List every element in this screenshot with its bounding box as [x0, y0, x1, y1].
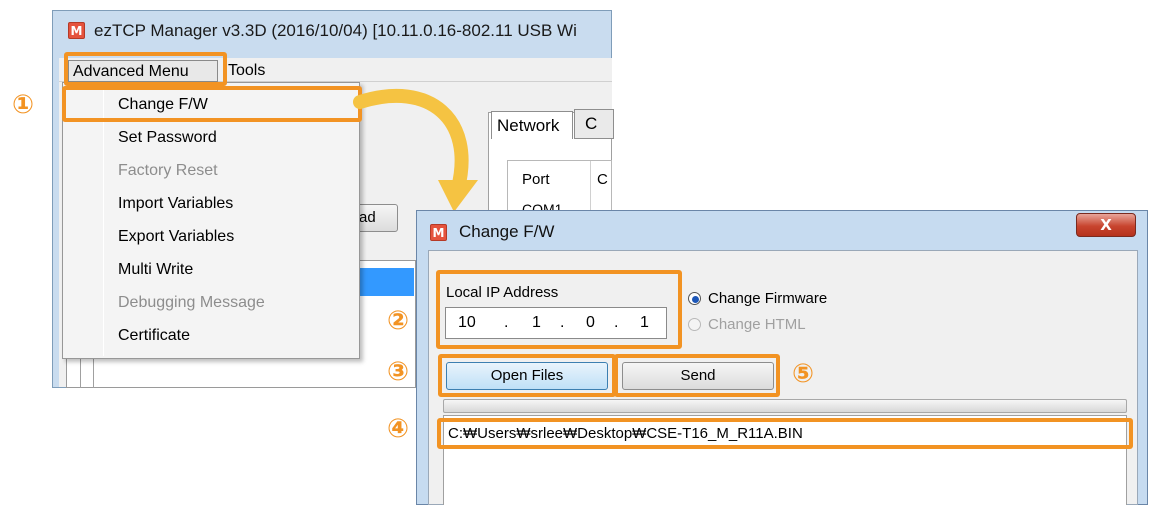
radio-change-firmware-label: Change Firmware — [708, 290, 828, 307]
port-header-2: C — [597, 171, 608, 188]
dialog-app-icon: M — [430, 224, 447, 241]
highlight-file-path — [437, 418, 1133, 449]
menu-item-multi-write[interactable]: Multi Write — [118, 255, 193, 285]
radio-change-html-label: Change HTML — [708, 316, 806, 333]
menu-tools[interactable]: Tools — [224, 60, 284, 82]
menu-item-debugging-message: Debugging Message — [118, 294, 265, 311]
highlight-open-files — [438, 354, 616, 397]
highlight-send — [614, 354, 780, 397]
main-window-title: ezTCP Manager v3.3D (2016/10/04) [10.11.… — [94, 21, 577, 40]
main-title-bar: M ezTCP Manager v3.3D (2016/10/04) [10.1… — [60, 16, 612, 46]
highlight-change-fw — [62, 86, 362, 122]
port-header: Port — [522, 171, 550, 188]
dropdown-gutter — [103, 84, 104, 356]
app-icon: M — [68, 22, 85, 39]
progress-bar — [443, 399, 1127, 413]
radio-change-html — [688, 318, 701, 331]
menu-item-import-variables[interactable]: Import Variables — [118, 189, 233, 219]
tab-network[interactable]: Network — [491, 111, 573, 139]
tab-next[interactable]: C — [574, 109, 614, 139]
close-button[interactable]: X — [1076, 213, 1136, 237]
menu-item-certificate[interactable]: Certificate — [118, 321, 190, 351]
highlight-local-ip — [436, 270, 682, 349]
step-4-marker: ④ — [387, 414, 410, 444]
menu-item-factory-reset: Factory Reset — [118, 162, 218, 179]
menu-item-set-password[interactable]: Set Password — [118, 123, 217, 153]
step-1-marker: ① — [12, 90, 35, 120]
dialog-title: Change F/W — [459, 222, 555, 241]
step-3-marker: ③ — [387, 357, 410, 387]
menu-item-export-variables[interactable]: Export Variables — [118, 222, 234, 252]
step-2-marker: ② — [387, 306, 410, 336]
device-list-selected-row[interactable] — [360, 268, 414, 296]
radio-change-firmware[interactable] — [688, 292, 701, 305]
highlight-advanced-menu — [64, 52, 227, 86]
step-5-marker: ⑤ — [792, 359, 815, 389]
arrow-icon — [353, 88, 478, 212]
